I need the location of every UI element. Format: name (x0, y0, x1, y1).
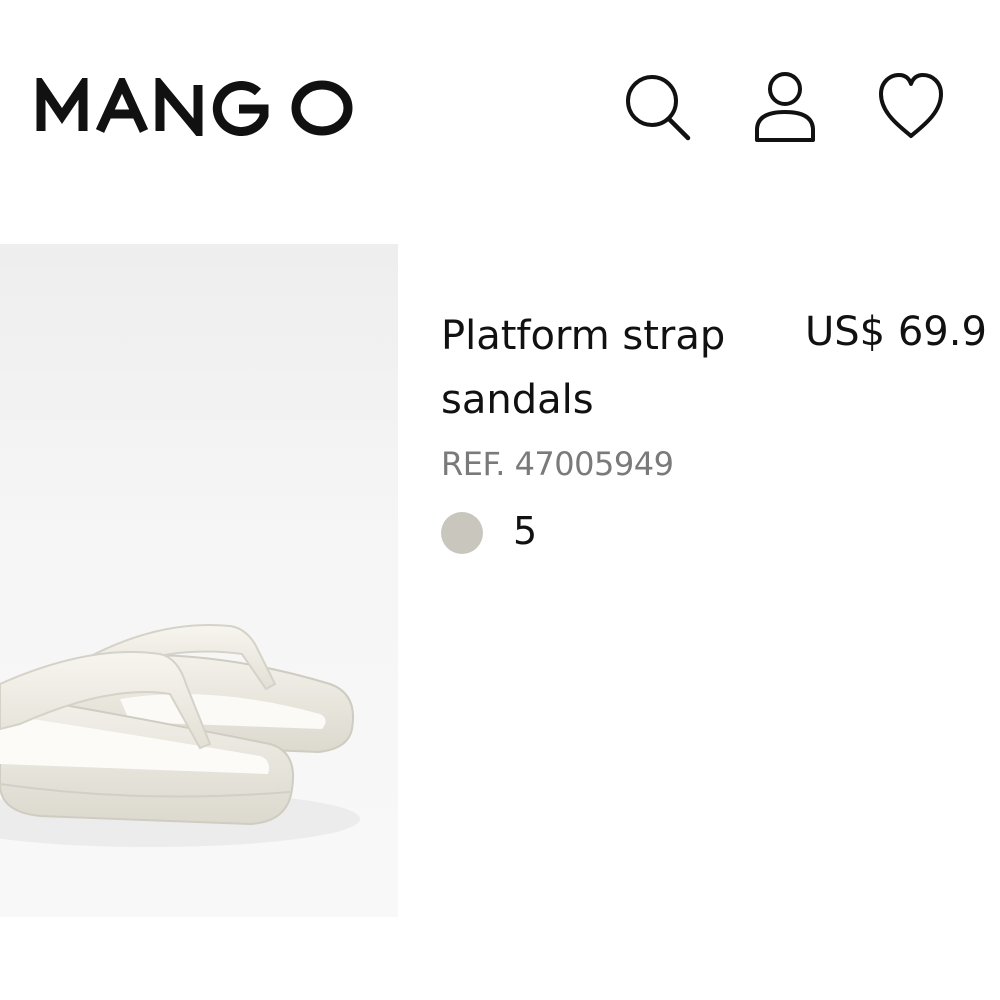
site-header (0, 0, 1000, 210)
brand-logo[interactable] (36, 70, 356, 144)
heart-icon (879, 73, 943, 138)
product-reference: REF. 47005949 (441, 445, 674, 483)
mango-wordmark (36, 70, 353, 144)
sandals-illustration (0, 623, 360, 847)
product-page: Platform strap sandals US$ 69.9 REF. 470… (0, 0, 1000, 1000)
user-icon (755, 72, 815, 142)
color-swatch[interactable] (441, 512, 483, 554)
account-button[interactable] (750, 70, 820, 142)
search-icon (626, 75, 691, 141)
search-button[interactable] (622, 70, 692, 142)
product-details: Platform strap sandals US$ 69.9 REF. 470… (441, 300, 1000, 580)
wishlist-button[interactable] (876, 70, 946, 142)
color-count[interactable]: 5 (513, 508, 537, 554)
product-price: US$ 69.9 (805, 309, 987, 355)
product-title[interactable]: Platform strap sandals (441, 304, 761, 432)
product-image[interactable] (0, 244, 398, 917)
